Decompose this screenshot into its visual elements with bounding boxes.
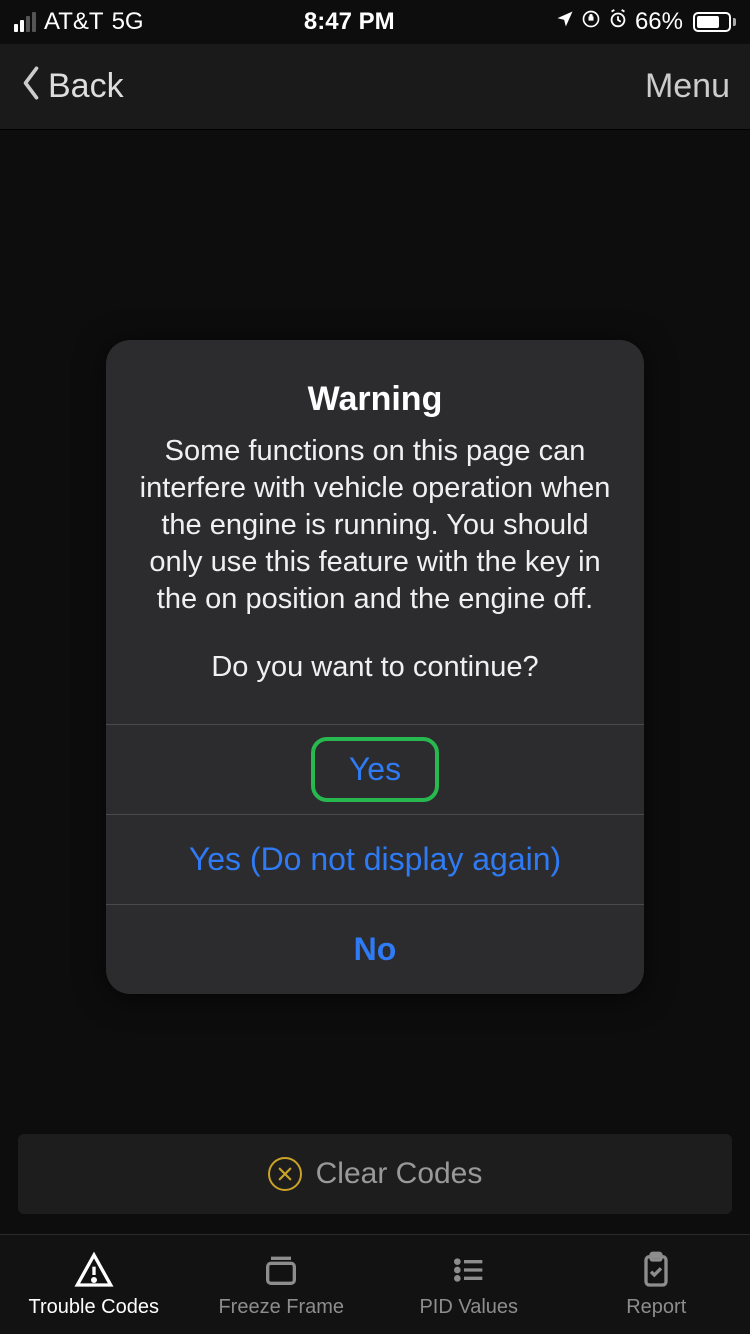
signal-icon [14,12,36,32]
freeze-frame-icon [261,1250,301,1290]
tab-report[interactable]: Report [563,1235,750,1334]
chevron-left-icon [20,64,42,109]
status-right: 66% [555,8,736,37]
battery-pct-label: 66% [635,8,683,36]
back-button[interactable]: Back [20,64,124,109]
yes-label: Yes [311,737,439,802]
clear-codes-button[interactable]: Clear Codes [18,1134,732,1214]
status-left: AT&T 5G [14,8,144,36]
battery-icon [689,12,736,32]
network-label: 5G [112,8,144,36]
yes-do-not-display-button[interactable]: Yes (Do not display again) [106,814,644,904]
modal-paragraph-1: Some functions on this page can interfer… [136,433,614,619]
content-area: Clear Codes Warning Some functions on th… [0,130,750,1234]
menu-button[interactable]: Menu [645,67,730,106]
yes-never-label: Yes (Do not display again) [189,841,561,878]
warning-modal: Warning Some functions on this page can … [106,340,644,994]
modal-paragraph-2: Do you want to continue? [136,649,614,686]
modal-text: Some functions on this page can interfer… [136,433,614,686]
modal-body: Warning Some functions on this page can … [106,340,644,724]
no-label: No [354,931,397,968]
tab-freeze-frame[interactable]: Freeze Frame [188,1235,376,1334]
clear-codes-label: Clear Codes [316,1157,483,1191]
yes-button[interactable]: Yes [106,724,644,814]
status-time: 8:47 PM [304,8,395,36]
warning-triangle-icon [74,1250,114,1290]
location-icon [555,8,575,36]
menu-label: Menu [645,67,730,105]
no-button[interactable]: No [106,904,644,994]
tab-label: Freeze Frame [218,1296,344,1319]
tab-trouble-codes[interactable]: Trouble Codes [0,1235,188,1334]
clipboard-check-icon [636,1250,676,1290]
alarm-icon [607,8,629,37]
carrier-label: AT&T [44,8,104,36]
list-icon [449,1250,489,1290]
clear-x-icon [268,1157,302,1191]
status-bar: AT&T 5G 8:47 PM 66% [0,0,750,44]
back-label: Back [48,67,124,106]
tab-label: PID Values [419,1296,518,1319]
modal-actions: Yes Yes (Do not display again) No [106,724,644,994]
tab-pid-values[interactable]: PID Values [375,1235,563,1334]
modal-title: Warning [136,380,614,419]
tab-label: Trouble Codes [29,1296,159,1319]
tab-label: Report [626,1296,686,1319]
tab-bar: Trouble Codes Freeze Frame PID Values Re… [0,1234,750,1334]
nav-header: Back Menu [0,44,750,130]
orientation-lock-icon [581,8,601,36]
